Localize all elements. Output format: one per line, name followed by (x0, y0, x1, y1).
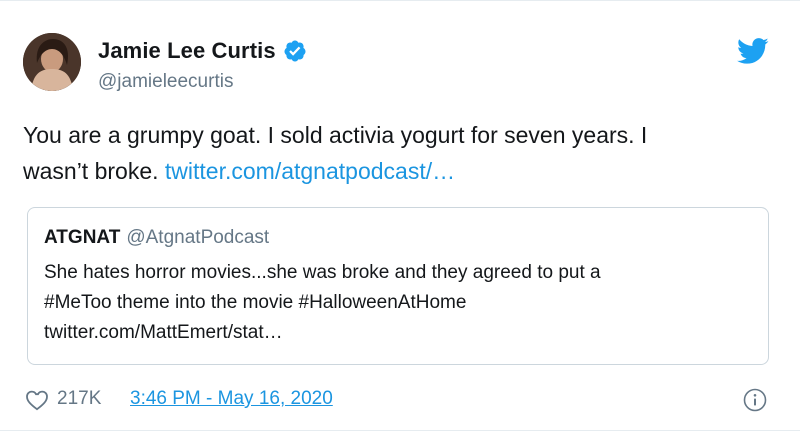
author-display-name[interactable]: Jamie Lee Curtis (98, 38, 276, 64)
author-handle[interactable]: @jamieleecurtis (98, 71, 233, 93)
quoted-tweet-text-line: She hates horror movies...she was broke … (44, 262, 601, 283)
verified-badge-icon (284, 40, 306, 62)
tweet-text: You are a grumpy goat. I sold activia yo… (23, 117, 763, 189)
quoted-tweet-text-line: #MeToo theme into the movie #HalloweenAt… (44, 292, 467, 313)
tweet-footer: 217K 3:46 PM - May 16, 2020 (25, 385, 775, 415)
avatar[interactable] (23, 33, 81, 91)
tweet-link[interactable]: twitter.com/atgnatpodcast/… (165, 158, 455, 184)
quoted-tweet-handle: @AtgnatPodcast (126, 227, 270, 248)
heart-icon[interactable] (25, 389, 49, 411)
quoted-tweet-header: ATGNAT @AtgnatPodcast (44, 227, 269, 249)
tweet-timestamp[interactable]: 3:46 PM - May 16, 2020 (130, 388, 333, 410)
tweet-text-segment: wasn’t broke. (23, 158, 159, 184)
quoted-tweet-link: twitter.com/MattEmert/stat… (44, 322, 283, 343)
info-icon[interactable] (743, 388, 767, 412)
quoted-tweet-name: ATGNAT (44, 227, 121, 248)
tweet-text-line: wasn’t broke. twitter.com/atgnatpodcast/… (23, 153, 763, 189)
like-count[interactable]: 217K (57, 388, 101, 410)
avatar-image (23, 33, 81, 91)
tweet-text-line: You are a grumpy goat. I sold activia yo… (23, 122, 648, 148)
author-name-row: Jamie Lee Curtis (98, 37, 307, 65)
tweet-card: Jamie Lee Curtis @jamieleecurtis You are… (0, 0, 800, 431)
quoted-tweet[interactable]: ATGNAT @AtgnatPodcast She hates horror mo… (27, 207, 769, 365)
twitter-bird-icon[interactable] (737, 37, 769, 65)
